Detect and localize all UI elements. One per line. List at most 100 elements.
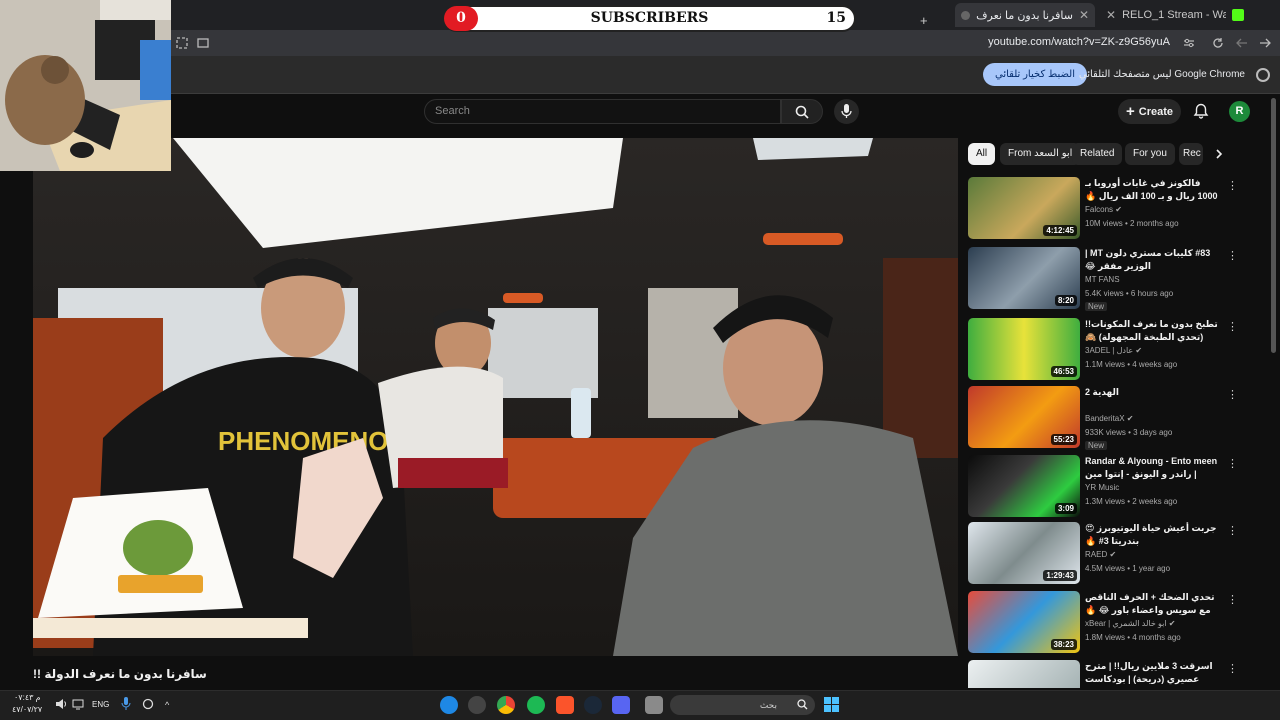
video-thumbnail[interactable]: 4:12:45 — [968, 177, 1080, 239]
video-player[interactable]: PHENOMENO — [33, 138, 958, 656]
cast-icon[interactable] — [197, 37, 209, 49]
video-thumbnail[interactable]: 1:29:43 — [968, 522, 1080, 584]
app-window-icon[interactable] — [645, 696, 663, 714]
obs-icon[interactable] — [468, 696, 486, 714]
rec-title[interactable]: تطبخ بدون ما نعرف المكونات!! (تحدي الطبخ… — [1085, 318, 1220, 344]
recommendation-item[interactable]: 38:23 تحدي الضحك + الحرف الناقص مع سويس … — [968, 591, 1258, 655]
tab-title: RELO_1 Stream - Watch Live on — [1122, 9, 1227, 21]
plus-icon: + — [920, 12, 928, 28]
rec-title[interactable]: Randar & Alyoung - Ento meen | راندر و ا… — [1085, 455, 1220, 481]
rec-channel[interactable]: BanderitaX ✔ — [1085, 414, 1134, 423]
recommendation-item[interactable]: 55:23 الهدية 2 BanderitaX ✔ 933K views •… — [968, 386, 1258, 450]
recommendation-item[interactable]: 3:09 Randar & Alyoung - Ento meen | راند… — [968, 455, 1258, 519]
recommendation-item[interactable]: اسرقت 3 ملايين ريال!! | مترح عصيري (دريح… — [968, 660, 1258, 688]
screenshot-icon[interactable] — [176, 37, 188, 49]
create-button[interactable]: + Create — [1118, 99, 1181, 124]
rec-channel[interactable]: YR Music — [1085, 483, 1119, 492]
tab-current[interactable]: سافرنا بدون ما نعرف الدولة ✕ — [955, 3, 1095, 27]
chip-all[interactable]: All — [968, 143, 996, 165]
duration-badge: 1:29:43 — [1043, 570, 1077, 581]
windows-start-icon[interactable] — [824, 697, 839, 712]
edge-icon[interactable] — [440, 696, 458, 714]
recommendation-item[interactable]: 4:12:45 فالكونز في غابات أوروبا بـ 1000 … — [968, 177, 1258, 241]
search-icon — [797, 699, 808, 710]
chip-for-you[interactable]: For you — [1125, 143, 1175, 165]
voice-search-button[interactable] — [834, 99, 859, 124]
right-count: 15 — [826, 10, 846, 26]
chrome-icon[interactable] — [497, 696, 515, 714]
chevron-right-icon[interactable] — [1213, 148, 1225, 160]
video-thumbnail[interactable]: 46:53 — [968, 318, 1080, 380]
site-settings-icon[interactable] — [1183, 37, 1195, 49]
video-thumbnail[interactable]: 55:23 — [968, 386, 1080, 448]
video-thumbnail[interactable] — [968, 660, 1080, 688]
new-tab-button[interactable]: + — [920, 8, 934, 32]
sync-icon[interactable] — [142, 697, 154, 711]
search-input[interactable]: Search — [424, 99, 781, 124]
steam-icon[interactable] — [584, 696, 602, 714]
video-thumbnail[interactable]: 38:23 — [968, 591, 1080, 653]
spotify-icon[interactable] — [527, 696, 545, 714]
subscriber-counter-overlay: SUBSCRIBERS 0 15 — [443, 5, 856, 32]
rec-meta: 5.4K views • 6 hours ago — [1085, 289, 1174, 298]
tab-relo-stream[interactable]: ✕ RELO_1 Stream - Watch Live on — [1100, 3, 1250, 27]
taskbar-time[interactable]: م ٠٧:٤٣ — [14, 693, 41, 702]
duration-badge: 4:12:45 — [1043, 225, 1077, 236]
close-icon[interactable]: ✕ — [1106, 8, 1116, 22]
recommendation-item[interactable]: 8:20 #83 كليبات مستري دلون MT | الوزير م… — [968, 247, 1258, 311]
microphone-icon[interactable] — [121, 697, 131, 711]
account-avatar[interactable]: R — [1229, 101, 1250, 122]
rec-meta: 1.8M views • 4 months ago — [1085, 633, 1181, 642]
more-options-icon[interactable]: ⋮ — [1227, 593, 1238, 606]
chip-recently-uploaded[interactable]: Rec — [1179, 143, 1203, 165]
discord-icon[interactable] — [612, 696, 630, 714]
rec-title[interactable]: فالكونز في غابات أوروبا بـ 1000 ريال و ب… — [1085, 177, 1220, 203]
network-icon[interactable] — [72, 698, 84, 710]
kick-logo-icon — [1232, 9, 1244, 21]
subscribers-label: SUBSCRIBERS — [590, 10, 709, 26]
back-icon[interactable] — [1259, 37, 1271, 49]
more-options-icon[interactable]: ⋮ — [1227, 457, 1238, 470]
video-thumbnail[interactable]: 3:09 — [968, 455, 1080, 517]
more-options-icon[interactable]: ⋮ — [1227, 249, 1238, 262]
rec-channel[interactable]: Falcons ✔ — [1085, 205, 1122, 214]
set-default-button[interactable]: الضبط كخيار تلقائي — [983, 63, 1087, 86]
more-options-icon[interactable]: ⋮ — [1227, 662, 1238, 675]
chevron-up-icon[interactable]: ^ — [165, 700, 169, 710]
chip-related[interactable]: Related — [1072, 143, 1123, 165]
video-thumbnail[interactable]: 8:20 — [968, 247, 1080, 309]
search-icon — [795, 105, 809, 119]
recommendation-item[interactable]: 1:29:43 جربت أعيش حياة اليوتيوبرز 😍 بندر… — [968, 522, 1258, 586]
rec-title[interactable]: الهدية 2 — [1085, 386, 1220, 412]
more-options-icon[interactable]: ⋮ — [1227, 524, 1238, 537]
rec-title[interactable]: اسرقت 3 ملايين ريال!! | مترح عصيري (دريح… — [1085, 660, 1220, 686]
rec-channel[interactable]: MT FANS — [1085, 275, 1120, 284]
input-language[interactable]: ENG — [92, 700, 109, 709]
taskbar-search[interactable]: بحث — [670, 695, 815, 715]
rec-title[interactable]: #83 كليبات مستري دلون MT | الوزير مفقر 😂 — [1085, 247, 1220, 273]
search-button[interactable] — [781, 99, 823, 124]
rec-channel[interactable]: 3ADEL | عادل ✔ — [1085, 346, 1142, 355]
rec-title[interactable]: جربت أعيش حياة اليوتيوبرز 😍 بندريتا 3# 🔥 — [1085, 522, 1220, 548]
forward-icon[interactable] — [1236, 37, 1248, 49]
volume-icon[interactable] — [55, 698, 67, 710]
close-icon[interactable]: ✕ — [1079, 8, 1089, 22]
more-options-icon[interactable]: ⋮ — [1227, 388, 1238, 401]
rec-channel[interactable]: xBear | ابو خالد الشمري ✔ — [1085, 619, 1176, 628]
rec-channel[interactable]: RAED ✔ — [1085, 550, 1116, 559]
more-options-icon[interactable]: ⋮ — [1227, 179, 1238, 192]
url-field[interactable]: youtube.com/watch?v=ZK-z9G56yuA — [988, 36, 1170, 48]
rec-title[interactable]: تحدي الضحك + الحرف الناقص مع سويس واعضاء… — [1085, 591, 1220, 617]
left-count: 0 — [444, 6, 478, 31]
chip-from-channel[interactable]: From ابو السعد — [1000, 143, 1081, 165]
duration-badge: 55:23 — [1050, 434, 1077, 445]
brave-icon[interactable] — [556, 696, 574, 714]
chrome-icon — [1256, 68, 1270, 82]
more-options-icon[interactable]: ⋮ — [1227, 320, 1238, 333]
reload-icon[interactable] — [1212, 37, 1224, 49]
notifications-bell-icon[interactable] — [1193, 103, 1209, 119]
recommendation-item[interactable]: 46:53 تطبخ بدون ما نعرف المكونات!! (تحدي… — [968, 318, 1258, 382]
scrollbar-thumb[interactable] — [1271, 98, 1276, 353]
taskbar-date[interactable]: ٤٧/٠٧/٢٧ — [12, 705, 42, 714]
video-frame: PHENOMENO — [33, 138, 958, 656]
